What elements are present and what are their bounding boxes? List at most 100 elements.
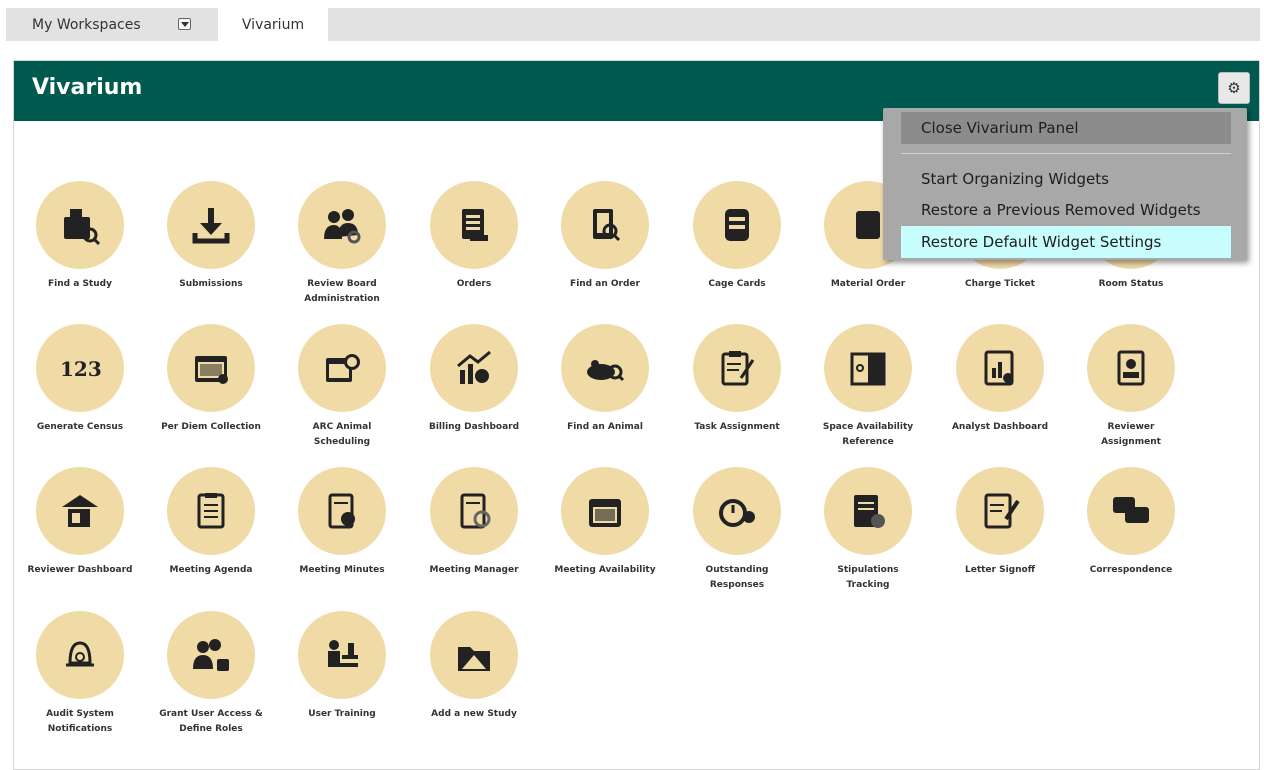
widget-label: Cage Cards [708, 279, 766, 289]
menu-restore-default[interactable]: Restore Default Widget Settings [901, 226, 1231, 258]
widget-label: Find an Animal [567, 422, 643, 432]
workspace-dropdown-icon[interactable] [178, 18, 191, 30]
clipboard-pen-icon [693, 324, 781, 412]
widget-census-123[interactable]: 123 Generate Census [14, 324, 146, 435]
widget-label: Charge Ticket [965, 279, 1035, 289]
widget-label: Room Status [1098, 279, 1164, 289]
alarm-clock-icon [693, 467, 781, 555]
panel-title: Vivarium [32, 75, 143, 100]
widget-calendar-grid[interactable]: Meeting Availability [539, 467, 671, 578]
widget-tracking[interactable]: Stipulations Tracking [802, 467, 934, 593]
checklist-icon [167, 467, 255, 555]
svg-text:123: 123 [60, 357, 102, 381]
widget-letter-sign[interactable]: Letter Signoff [934, 467, 1066, 578]
widget-label: Grant User Access & Define Roles [159, 709, 263, 734]
widget-calendar-clock[interactable]: ARC Animal Scheduling [276, 324, 408, 450]
widget-label: Submissions [179, 279, 243, 289]
calendar-check-icon [167, 324, 255, 412]
menu-restore-removed[interactable]: Restore a Previous Removed Widgets [901, 194, 1231, 226]
widget-label: Generate Census [36, 422, 124, 432]
widget-document[interactable]: Orders [408, 181, 540, 292]
menu-close-panel[interactable]: Close Vivarium Panel [901, 112, 1231, 144]
widget-checklist[interactable]: Meeting Agenda [145, 467, 277, 578]
widget-trainer[interactable]: User Training [276, 611, 408, 722]
widget-users-lock[interactable]: Grant User Access & Define Roles [145, 611, 277, 737]
letter-sign-icon [956, 467, 1044, 555]
widget-label: Orders [456, 279, 492, 289]
widget-label: Meeting Manager [429, 565, 519, 575]
widget-group-gear[interactable]: Review Board Administration [276, 181, 408, 307]
folder-add-icon [430, 611, 518, 699]
widget-label: Meeting Minutes [299, 565, 385, 575]
widget-label: Stipulations Tracking [837, 565, 899, 590]
widget-manager-gear[interactable]: Meeting Manager [408, 467, 540, 578]
widget-label: Review Board Administration [304, 279, 380, 304]
report-chart-icon [956, 324, 1044, 412]
manager-gear-icon [430, 467, 518, 555]
chat-bubbles-icon [1087, 467, 1175, 555]
widget-label: User Training [308, 709, 376, 719]
tracking-icon [824, 467, 912, 555]
widget-chat-bubbles[interactable]: Correspondence [1065, 467, 1197, 578]
census-123-icon: 123 [36, 324, 124, 412]
widget-label: Analyst Dashboard [951, 422, 1049, 432]
widget-label: Meeting Agenda [169, 565, 253, 575]
folder-search-icon [36, 181, 124, 269]
menu-start-organizing[interactable]: Start Organizing Widgets [901, 163, 1231, 195]
widget-label: ARC Animal Scheduling [312, 422, 372, 447]
group-gear-icon [298, 181, 386, 269]
widget-id-badge[interactable]: Reviewer Assignment [1065, 324, 1197, 450]
widget-label: Add a new Study [431, 709, 517, 719]
reviewer-dashboard-icon [36, 467, 124, 555]
bell-search-icon [36, 611, 124, 699]
widget-label: Task Assignment [694, 422, 780, 432]
widget-minutes-clock[interactable]: Meeting Minutes [276, 467, 408, 578]
widget-label: Audit System Notifications [46, 709, 114, 734]
widget-reviewer-dashboard[interactable]: Reviewer Dashboard [14, 467, 146, 578]
tab-my-workspaces-label: My Workspaces [32, 16, 141, 33]
cage-card-icon [693, 181, 781, 269]
widget-label: Outstanding Responses [705, 565, 769, 590]
widget-label: Space Availability Reference [822, 422, 914, 447]
widget-alarm-clock[interactable]: Outstanding Responses [671, 467, 803, 593]
widget-document-search[interactable]: Find an Order [539, 181, 671, 292]
document-search-icon [561, 181, 649, 269]
widget-clipboard-pen[interactable]: Task Assignment [671, 324, 803, 435]
widget-label: Letter Signoff [964, 565, 1035, 575]
menu-separator [901, 153, 1231, 154]
widget-label: Find a Study [48, 279, 112, 289]
id-badge-icon [1087, 324, 1175, 412]
widget-door[interactable]: Space Availability Reference [802, 324, 934, 450]
gear-icon[interactable]: ⚙ [1218, 72, 1250, 104]
widget-bell-search[interactable]: Audit System Notifications [14, 611, 146, 737]
widget-cage-card[interactable]: Cage Cards [671, 181, 803, 292]
widget-report-chart[interactable]: Analyst Dashboard [934, 324, 1066, 435]
panel-settings-menu: Close Vivarium Panel Start Organizing Wi… [883, 108, 1247, 260]
widget-label: Meeting Availability [554, 565, 656, 575]
download-icon [167, 181, 255, 269]
widget-label: Reviewer Assignment [1101, 422, 1161, 447]
widget-label: Material Order [830, 279, 906, 289]
widget-label: Correspondence [1089, 565, 1173, 575]
widget-download[interactable]: Submissions [145, 181, 277, 292]
chart-money-icon [430, 324, 518, 412]
workspace-tab-bar: My Workspaces Vivarium [6, 8, 1260, 41]
widget-label: Per Diem Collection [161, 422, 261, 432]
widget-calendar-check[interactable]: Per Diem Collection [145, 324, 277, 435]
users-lock-icon [167, 611, 255, 699]
widget-chart-money[interactable]: Billing Dashboard [408, 324, 540, 435]
widget-mouse-search[interactable]: Find an Animal [539, 324, 671, 435]
widget-label: Find an Order [570, 279, 640, 289]
widget-folder-search[interactable]: Find a Study [14, 181, 146, 292]
calendar-grid-icon [561, 467, 649, 555]
widget-label: Billing Dashboard [428, 422, 520, 432]
tab-vivarium[interactable]: Vivarium [218, 8, 328, 41]
door-icon [824, 324, 912, 412]
widget-label: Reviewer Dashboard [27, 565, 133, 575]
widget-folder-add[interactable]: Add a new Study [408, 611, 540, 722]
mouse-search-icon [561, 324, 649, 412]
tab-vivarium-label: Vivarium [241, 16, 305, 33]
calendar-clock-icon [298, 324, 386, 412]
trainer-icon [298, 611, 386, 699]
document-icon [430, 181, 518, 269]
